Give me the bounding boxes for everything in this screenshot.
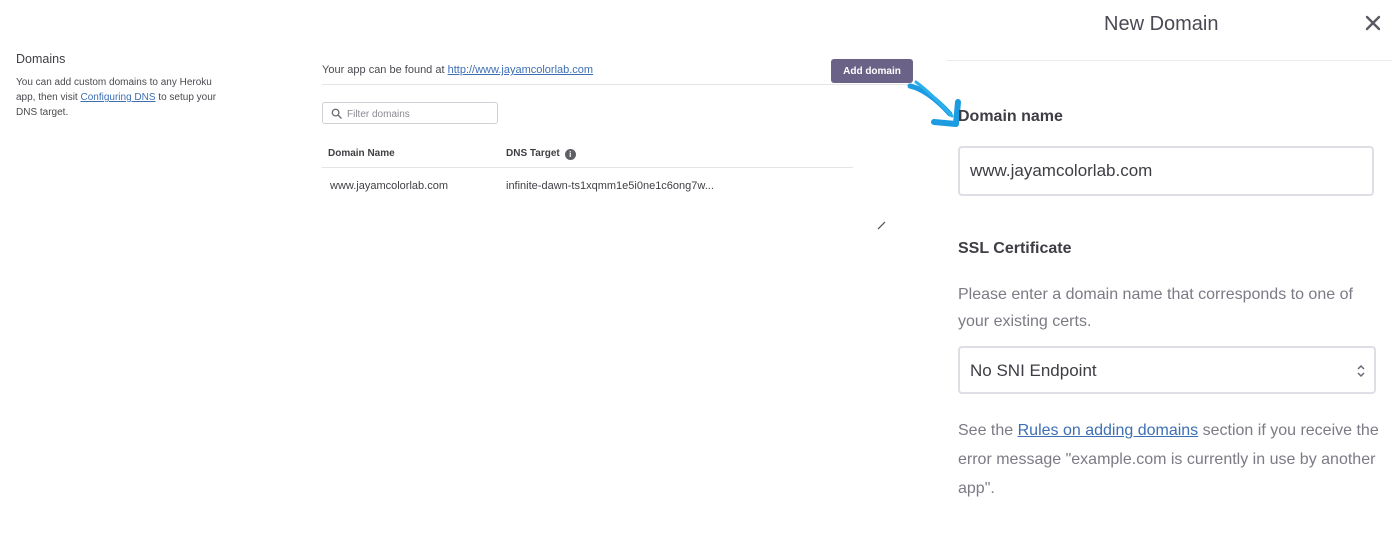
header-domain-name: Domain Name xyxy=(328,148,395,159)
app-url-prefix: Your app can be found at xyxy=(322,64,448,76)
header-dns-target: DNS Target i xyxy=(506,148,576,160)
rules-prefix: See the xyxy=(958,422,1018,439)
ssl-certificate-select[interactable]: No SNI Endpoint xyxy=(958,346,1376,394)
dns-target-cell: infinite-dawn-ts1xqmm1e5i0ne1c6ong7w... xyxy=(506,180,714,192)
section-description: You can add custom domains to any Heroku… xyxy=(16,75,231,120)
domain-name-input[interactable] xyxy=(958,146,1374,196)
domains-section-info: Domains You can add custom domains to an… xyxy=(16,52,231,120)
domain-name-cell: www.jayamcolorlab.com xyxy=(330,180,448,192)
select-caret-icon xyxy=(1357,364,1365,378)
search-icon xyxy=(331,108,342,119)
app-url-link[interactable]: http://www.jayamcolorlab.com xyxy=(448,64,594,76)
table-header: Domain Name DNS Target i xyxy=(322,138,853,168)
table-row: www.jayamcolorlab.com infinite-dawn-ts1x… xyxy=(322,168,853,204)
rules-help-text: See the Rules on adding domains section … xyxy=(958,416,1382,503)
close-icon[interactable] xyxy=(1360,10,1386,36)
app-url-text: Your app can be found at http://www.jaya… xyxy=(322,64,593,76)
add-domain-button[interactable]: Add domain xyxy=(831,59,913,83)
rules-on-adding-domains-link[interactable]: Rules on adding domains xyxy=(1018,422,1199,439)
domains-panel: Your app can be found at http://www.jaya… xyxy=(322,58,914,192)
app-url-row: Your app can be found at http://www.jaya… xyxy=(322,58,914,85)
ssl-select-value: No SNI Endpoint xyxy=(970,361,1097,380)
header-dns-target-label: DNS Target xyxy=(506,148,560,159)
pencil-icon[interactable] xyxy=(877,221,886,230)
configuring-dns-link[interactable]: Configuring DNS xyxy=(80,92,155,103)
modal-divider xyxy=(946,60,1392,61)
ssl-certificate-label: SSL Certificate xyxy=(958,240,1072,257)
ssl-help-text: Please enter a domain name that correspo… xyxy=(958,286,1353,330)
filter-domains-field[interactable] xyxy=(322,102,498,124)
filter-domains-input[interactable] xyxy=(345,105,497,123)
section-title: Domains xyxy=(16,52,66,66)
domains-table: Domain Name DNS Target i www.jayamcolorla… xyxy=(322,138,853,204)
new-domain-modal: New Domain Domain name SSL Certificate P… xyxy=(907,0,1400,557)
domain-name-label: Domain name xyxy=(958,108,1063,125)
info-icon[interactable]: i xyxy=(564,149,576,160)
modal-title: New Domain xyxy=(1104,13,1219,35)
